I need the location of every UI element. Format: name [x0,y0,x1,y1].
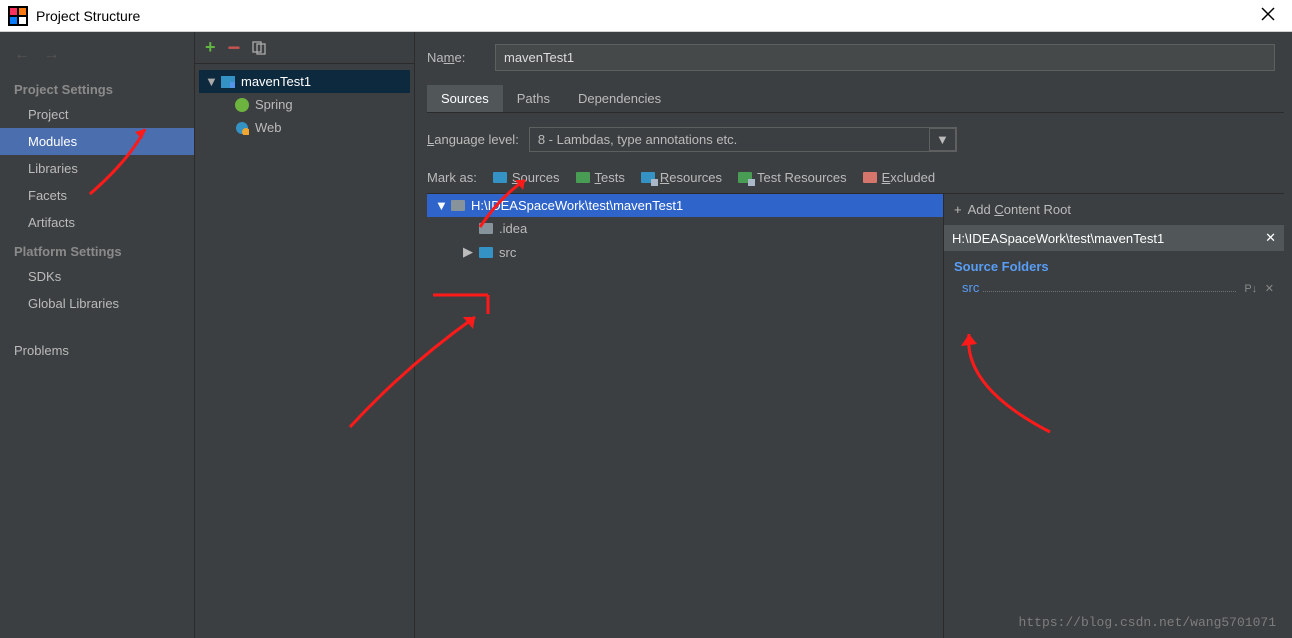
sidebar-item-modules[interactable]: Modules [0,128,194,155]
remove-icon[interactable]: − [228,43,241,53]
module-node-web[interactable]: Web [199,116,410,139]
source-folders-header: Source Folders [944,251,1284,278]
mark-as-row: Mark as: Sources Tests Resources Test Re… [427,170,1284,185]
intellij-icon [8,6,28,26]
content-root-path: H:\IDEASpaceWork\test\mavenTest1 ✕ [944,225,1284,251]
module-node-root[interactable]: ▼ mavenTest1 [199,70,410,93]
module-child-label: Web [255,120,282,135]
directory-idea[interactable]: .idea [427,217,943,240]
watermark: https://blog.csdn.net/wang5701071 [1019,615,1276,630]
spring-icon [235,98,249,112]
folder-icon [641,172,655,183]
chevron-right-icon: ▶ [463,244,473,260]
module-node-spring[interactable]: Spring [199,93,410,116]
directory-label: src [499,245,516,260]
section-platform-settings: Platform Settings [0,236,194,263]
sidebar-item-artifacts[interactable]: Artifacts [0,209,194,236]
lower-split: ▼ H:\IDEASpaceWork\test\mavenTest1 .idea… [427,193,1284,638]
language-level-label: Language level: [427,132,519,147]
section-project-settings: Project Settings [0,74,194,101]
mark-test-resources[interactable]: Test Resources [738,170,847,185]
content: Name: Sources Paths Dependencies Languag… [415,32,1292,638]
directory-path: H:\IDEASpaceWork\test\mavenTest1 [471,198,683,213]
back-icon[interactable]: ← [14,46,30,63]
folder-icon [863,172,877,183]
main: ← → Project Settings Project Modules Lib… [0,32,1292,638]
mark-as-label: Mark as: [427,170,477,185]
name-row: Name: [427,44,1284,71]
chevron-down-icon: ▼ [205,74,215,89]
module-toolbar: + − [195,32,414,64]
content-root-panel: + Add Content Root H:\IDEASpaceWork\test… [944,194,1284,638]
plus-icon: + [954,202,962,217]
tab-paths[interactable]: Paths [503,85,564,112]
directory-label: .idea [499,221,527,236]
name-input[interactable] [495,44,1275,71]
sidebar-item-global-libraries[interactable]: Global Libraries [0,290,194,317]
remove-content-root-icon[interactable]: ✕ [1265,230,1276,246]
source-folder-label: src [962,280,979,295]
window-title: Project Structure [36,8,1252,24]
dots-line [983,284,1236,292]
add-content-root[interactable]: + Add Content Root [944,194,1284,225]
mark-excluded[interactable]: Excluded [863,170,935,185]
sidebar-item-libraries[interactable]: Libraries [0,155,194,182]
copy-icon[interactable] [252,41,266,55]
tab-sources[interactable]: Sources [427,85,503,112]
sidebar-item-facets[interactable]: Facets [0,182,194,209]
sidebar-item-sdks[interactable]: SDKs [0,263,194,290]
name-label: Name: [427,50,483,65]
nav-history: ← → [0,42,194,74]
source-folder-item[interactable]: src P↓ ✕ [944,278,1284,297]
chevron-down-icon: ▼ [929,128,956,151]
mark-resources[interactable]: Resources [641,170,722,185]
chevron-down-icon: ▼ [435,198,445,213]
module-column: + − ▼ mavenTest1 Spring Web [195,32,415,638]
folder-icon [479,247,493,258]
tabs: Sources Paths Dependencies [427,85,1284,113]
web-icon [235,121,249,135]
module-icon [221,76,235,88]
mark-tests[interactable]: Tests [576,170,625,185]
add-icon[interactable]: + [205,37,216,58]
language-level-row: Language level: 8 - Lambdas, type annota… [427,127,1284,152]
close-icon[interactable] [1252,5,1284,26]
directory-tree: ▼ H:\IDEASpaceWork\test\mavenTest1 .idea… [427,194,944,638]
language-level-value: 8 - Lambdas, type annotations etc. [538,132,737,147]
folder-icon [479,223,493,234]
content-root-path-label: H:\IDEASpaceWork\test\mavenTest1 [952,231,1164,246]
folder-icon [451,200,465,211]
remove-source-icon[interactable]: ✕ [1265,283,1274,295]
module-child-label: Spring [255,97,293,112]
module-tree: ▼ mavenTest1 Spring Web [195,64,414,145]
mark-sources[interactable]: Sources [493,170,560,185]
folder-icon [493,172,507,183]
language-level-select[interactable]: 8 - Lambdas, type annotations etc. ▼ [529,127,957,152]
titlebar: Project Structure [0,0,1292,32]
directory-src[interactable]: ▶ src [427,240,943,264]
folder-icon [576,172,590,183]
sidebar: ← → Project Settings Project Modules Lib… [0,32,195,638]
directory-root[interactable]: ▼ H:\IDEASpaceWork\test\mavenTest1 [427,194,943,217]
module-label: mavenTest1 [241,74,311,89]
tab-dependencies[interactable]: Dependencies [564,85,675,112]
sidebar-item-project[interactable]: Project [0,101,194,128]
folder-icon [738,172,752,183]
edit-properties-icon[interactable]: P↓ [1244,283,1257,295]
sidebar-item-problems[interactable]: Problems [0,337,194,364]
forward-icon[interactable]: → [44,46,60,63]
